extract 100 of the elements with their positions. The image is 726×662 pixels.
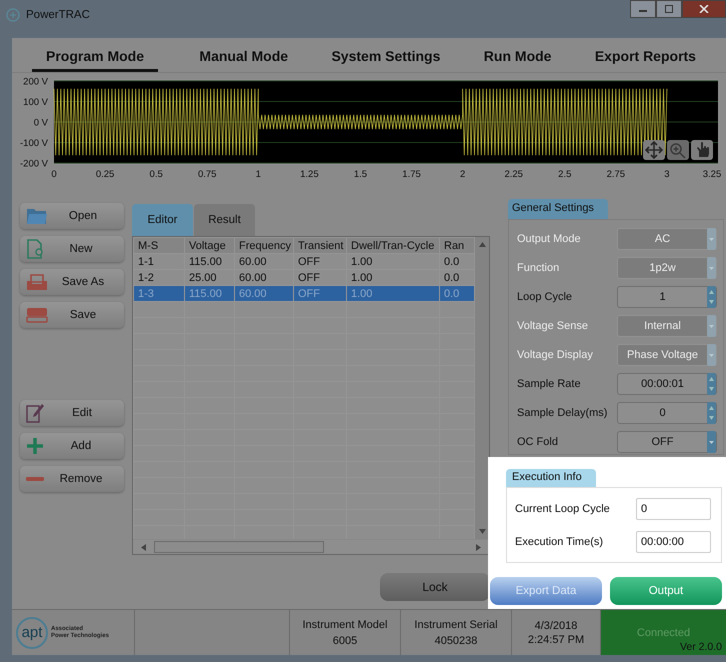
table-cell: 1.00 [346, 254, 440, 270]
horizontal-scrollbar[interactable] [133, 539, 489, 554]
table-cell: 1-3 [134, 286, 184, 302]
spinner-arrows-icon[interactable] [707, 402, 716, 424]
x-axis-label: 2 [460, 169, 466, 180]
x-axis-label: 2.75 [606, 169, 626, 180]
close-icon [699, 5, 709, 13]
step-action-button[interactable]: Remove [20, 466, 124, 492]
x-axis-label: 0.5 [150, 169, 163, 180]
hand-icon[interactable] [691, 140, 713, 160]
logo-mark: apt [16, 616, 48, 648]
file-action-button[interactable]: Save As [20, 269, 124, 295]
file-action-button[interactable]: New [20, 236, 124, 262]
drive-icon [26, 307, 48, 323]
column-header: Ran [440, 238, 474, 254]
minus-icon [26, 477, 44, 481]
setting-label: Voltage Sense [517, 320, 589, 332]
spinner-field[interactable]: 1 [617, 286, 717, 308]
output-button[interactable]: Output [610, 577, 722, 605]
panel-tab[interactable]: General Settings [508, 199, 608, 219]
status-value: 4050238 [434, 634, 478, 646]
tray-icon [26, 273, 48, 291]
x-axis-label: 3 [664, 169, 670, 180]
status-label: Instrument Model [302, 618, 388, 630]
spinner-field[interactable]: 00:00:01 [617, 372, 717, 394]
x-axis-label: 3.25 [702, 169, 722, 180]
table-cell: 60.00 [234, 286, 294, 302]
y-axis-label: -200 V [20, 158, 48, 170]
setting-label: Sample Rate [517, 378, 582, 390]
table-cell: 1-1 [134, 254, 184, 270]
lock-button[interactable]: Lock [380, 573, 490, 601]
file-action-button[interactable]: Open [20, 203, 124, 229]
pan-icon[interactable] [643, 140, 665, 160]
x-axis-label: 1.25 [300, 169, 319, 180]
table-cell: OFF [294, 254, 346, 270]
status-value: 6005 [332, 634, 358, 646]
status-time: 2:24:57 PM [528, 634, 584, 646]
column-header: Frequency [234, 238, 294, 254]
status-label: Instrument Serial [414, 618, 498, 630]
y-axis-label: 100 V [23, 97, 48, 108]
scrollbar-thumb[interactable] [154, 541, 324, 553]
step-action-button[interactable]: Edit [20, 400, 124, 426]
dropdown-field[interactable]: OFF [617, 430, 717, 452]
y-axis-label: 200 V [23, 76, 48, 88]
scroll-down-icon[interactable] [478, 529, 486, 534]
scroll-right-icon[interactable] [476, 544, 481, 550]
new-document-icon [26, 239, 44, 259]
spinner-arrows-icon[interactable] [707, 372, 716, 394]
mode-tab[interactable]: System Settings [329, 42, 442, 72]
x-axis-label: 2.5 [558, 169, 572, 180]
folder-icon [26, 207, 48, 225]
column-header: Dwell/Tran-Cycle [346, 238, 440, 254]
table-row[interactable]: 1-1 115.00 60.00 OFF 1.00 0.0 [134, 254, 474, 270]
info-label: Current Loop Cycle [515, 502, 611, 514]
x-axis-label: 2.25 [504, 169, 523, 180]
version-label: Ver 2.0.0 [680, 641, 722, 653]
x-axis-label: 1 [256, 169, 261, 180]
maximize-button[interactable] [656, 0, 682, 18]
table-cell: 0.0 [440, 286, 474, 302]
setting-label: Sample Delay(ms) [517, 406, 608, 418]
panel-tab[interactable]: Execution Info [506, 469, 596, 487]
info-label: Execution Time(s) [515, 536, 604, 548]
connection-label: Connected [636, 626, 690, 638]
mode-tab[interactable]: Export Reports [592, 42, 698, 72]
zoom-icon[interactable] [667, 140, 689, 160]
column-header: Transient [294, 238, 346, 254]
scroll-up-icon[interactable] [478, 242, 486, 247]
x-axis-label: 0.25 [96, 169, 114, 180]
x-axis-label: 0.75 [198, 169, 216, 180]
mode-tab[interactable]: Run Mode [482, 42, 554, 72]
window-title: PowerTRAC [26, 9, 90, 21]
scroll-left-icon[interactable] [141, 544, 146, 550]
table-cell: OFF [294, 286, 346, 302]
view-tab[interactable]: Editor [132, 204, 193, 236]
view-tab[interactable]: Result [194, 204, 255, 236]
table-cell: 115.00 [184, 286, 234, 302]
maximize-icon [664, 5, 674, 13]
step-action-button[interactable]: Add [20, 433, 124, 459]
info-field: 0 [636, 498, 711, 520]
y-axis-label: -100 V [20, 138, 48, 149]
mode-tab[interactable]: Manual Mode [197, 42, 290, 72]
x-axis-label: 1.5 [354, 169, 368, 180]
spinner-field[interactable]: 0 [617, 402, 717, 424]
column-header: Voltage [184, 238, 234, 254]
x-axis-label: 0 [51, 169, 57, 180]
mode-tab[interactable]: Program Mode [32, 42, 158, 72]
minimize-button[interactable] [630, 0, 656, 18]
column-header: M-S [134, 238, 184, 254]
y-axis-label: 0 V [34, 118, 48, 128]
close-button[interactable] [682, 0, 726, 18]
plus-icon [26, 437, 44, 455]
status-date: 4/3/2018 [534, 620, 578, 632]
spinner-arrows-icon[interactable] [707, 286, 716, 308]
setting-label: Function [517, 262, 560, 274]
file-action-button[interactable]: Save [20, 302, 124, 328]
setting-label: OC Fold [517, 436, 559, 448]
app-logo-icon [6, 8, 20, 22]
setting-label: Output Mode [517, 232, 582, 244]
info-field: 00:00:00 [636, 530, 711, 552]
table-cell: 1.00 [346, 286, 440, 302]
